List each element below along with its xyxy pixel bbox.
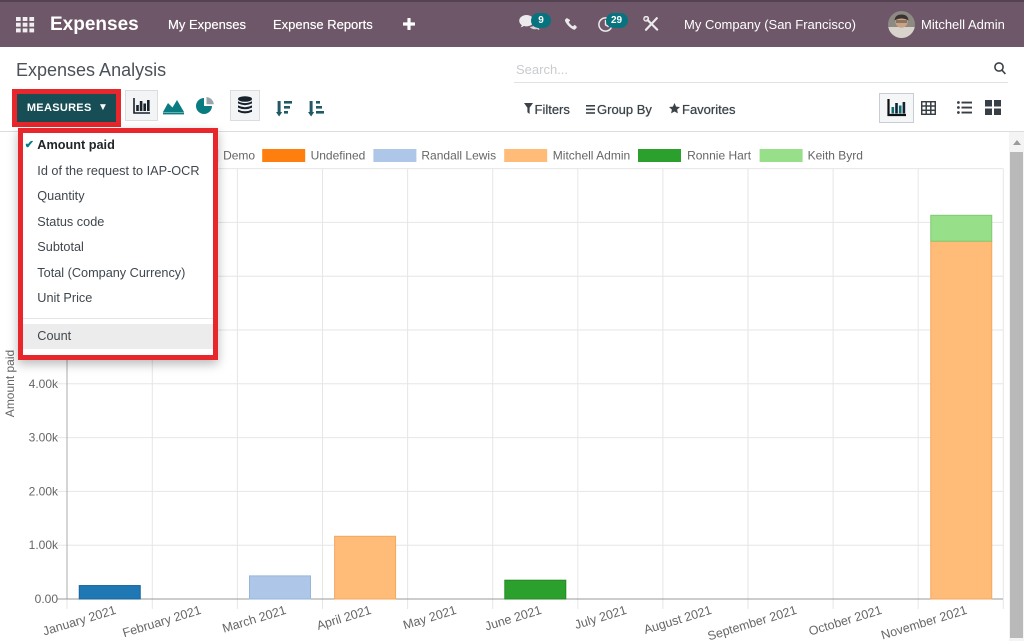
svg-text:October 2021: October 2021: [807, 603, 884, 639]
svg-text:Mitchell Admin: Mitchell Admin: [553, 149, 630, 163]
svg-text:September 2021: September 2021: [706, 603, 799, 641]
svg-text:November 2021: November 2021: [879, 603, 968, 641]
svg-text:Randall Lewis: Randall Lewis: [421, 149, 496, 163]
svg-text:Undefined: Undefined: [311, 149, 366, 163]
svg-text:January 2021: January 2021: [41, 603, 118, 639]
svg-text:February 2021: February 2021: [121, 603, 203, 640]
svg-text:July 2021: July 2021: [573, 603, 628, 632]
svg-text:June 2021: June 2021: [483, 603, 543, 633]
svg-text:Keith Byrd: Keith Byrd: [808, 149, 863, 163]
svg-text:0.00: 0.00: [35, 592, 59, 606]
svg-text:April 2021: April 2021: [315, 603, 373, 633]
svg-text:May 2021: May 2021: [401, 603, 458, 632]
svg-text:2.00k: 2.00k: [29, 484, 59, 498]
svg-text:Amount paid: Amount paid: [3, 350, 17, 417]
svg-text:4.00k: 4.00k: [29, 377, 59, 391]
svg-text:Ronnie Hart: Ronnie Hart: [687, 149, 752, 163]
svg-text:Demo: Demo: [223, 149, 255, 163]
svg-text:August 2021: August 2021: [642, 603, 713, 637]
svg-text:3.00k: 3.00k: [29, 431, 59, 445]
svg-text:1.00k: 1.00k: [29, 538, 59, 552]
svg-text:March 2021: March 2021: [221, 603, 288, 636]
